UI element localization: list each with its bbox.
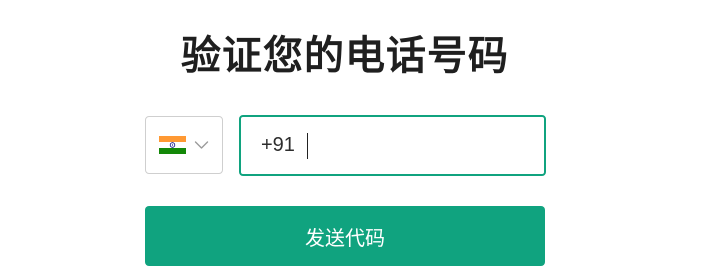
chevron-down-icon: [194, 141, 209, 149]
country-code-select[interactable]: [145, 116, 223, 174]
page-title: 验证您的电话号码: [181, 33, 509, 79]
verify-phone-page: 验证您的电话号码 +91 发送代码: [0, 0, 713, 274]
send-code-button[interactable]: 发送代码: [145, 206, 545, 266]
text-cursor: [306, 132, 308, 159]
phone-number-input[interactable]: +91: [239, 115, 546, 176]
dial-code-prefix: +91: [261, 134, 295, 156]
flag-india-icon: [159, 136, 186, 154]
